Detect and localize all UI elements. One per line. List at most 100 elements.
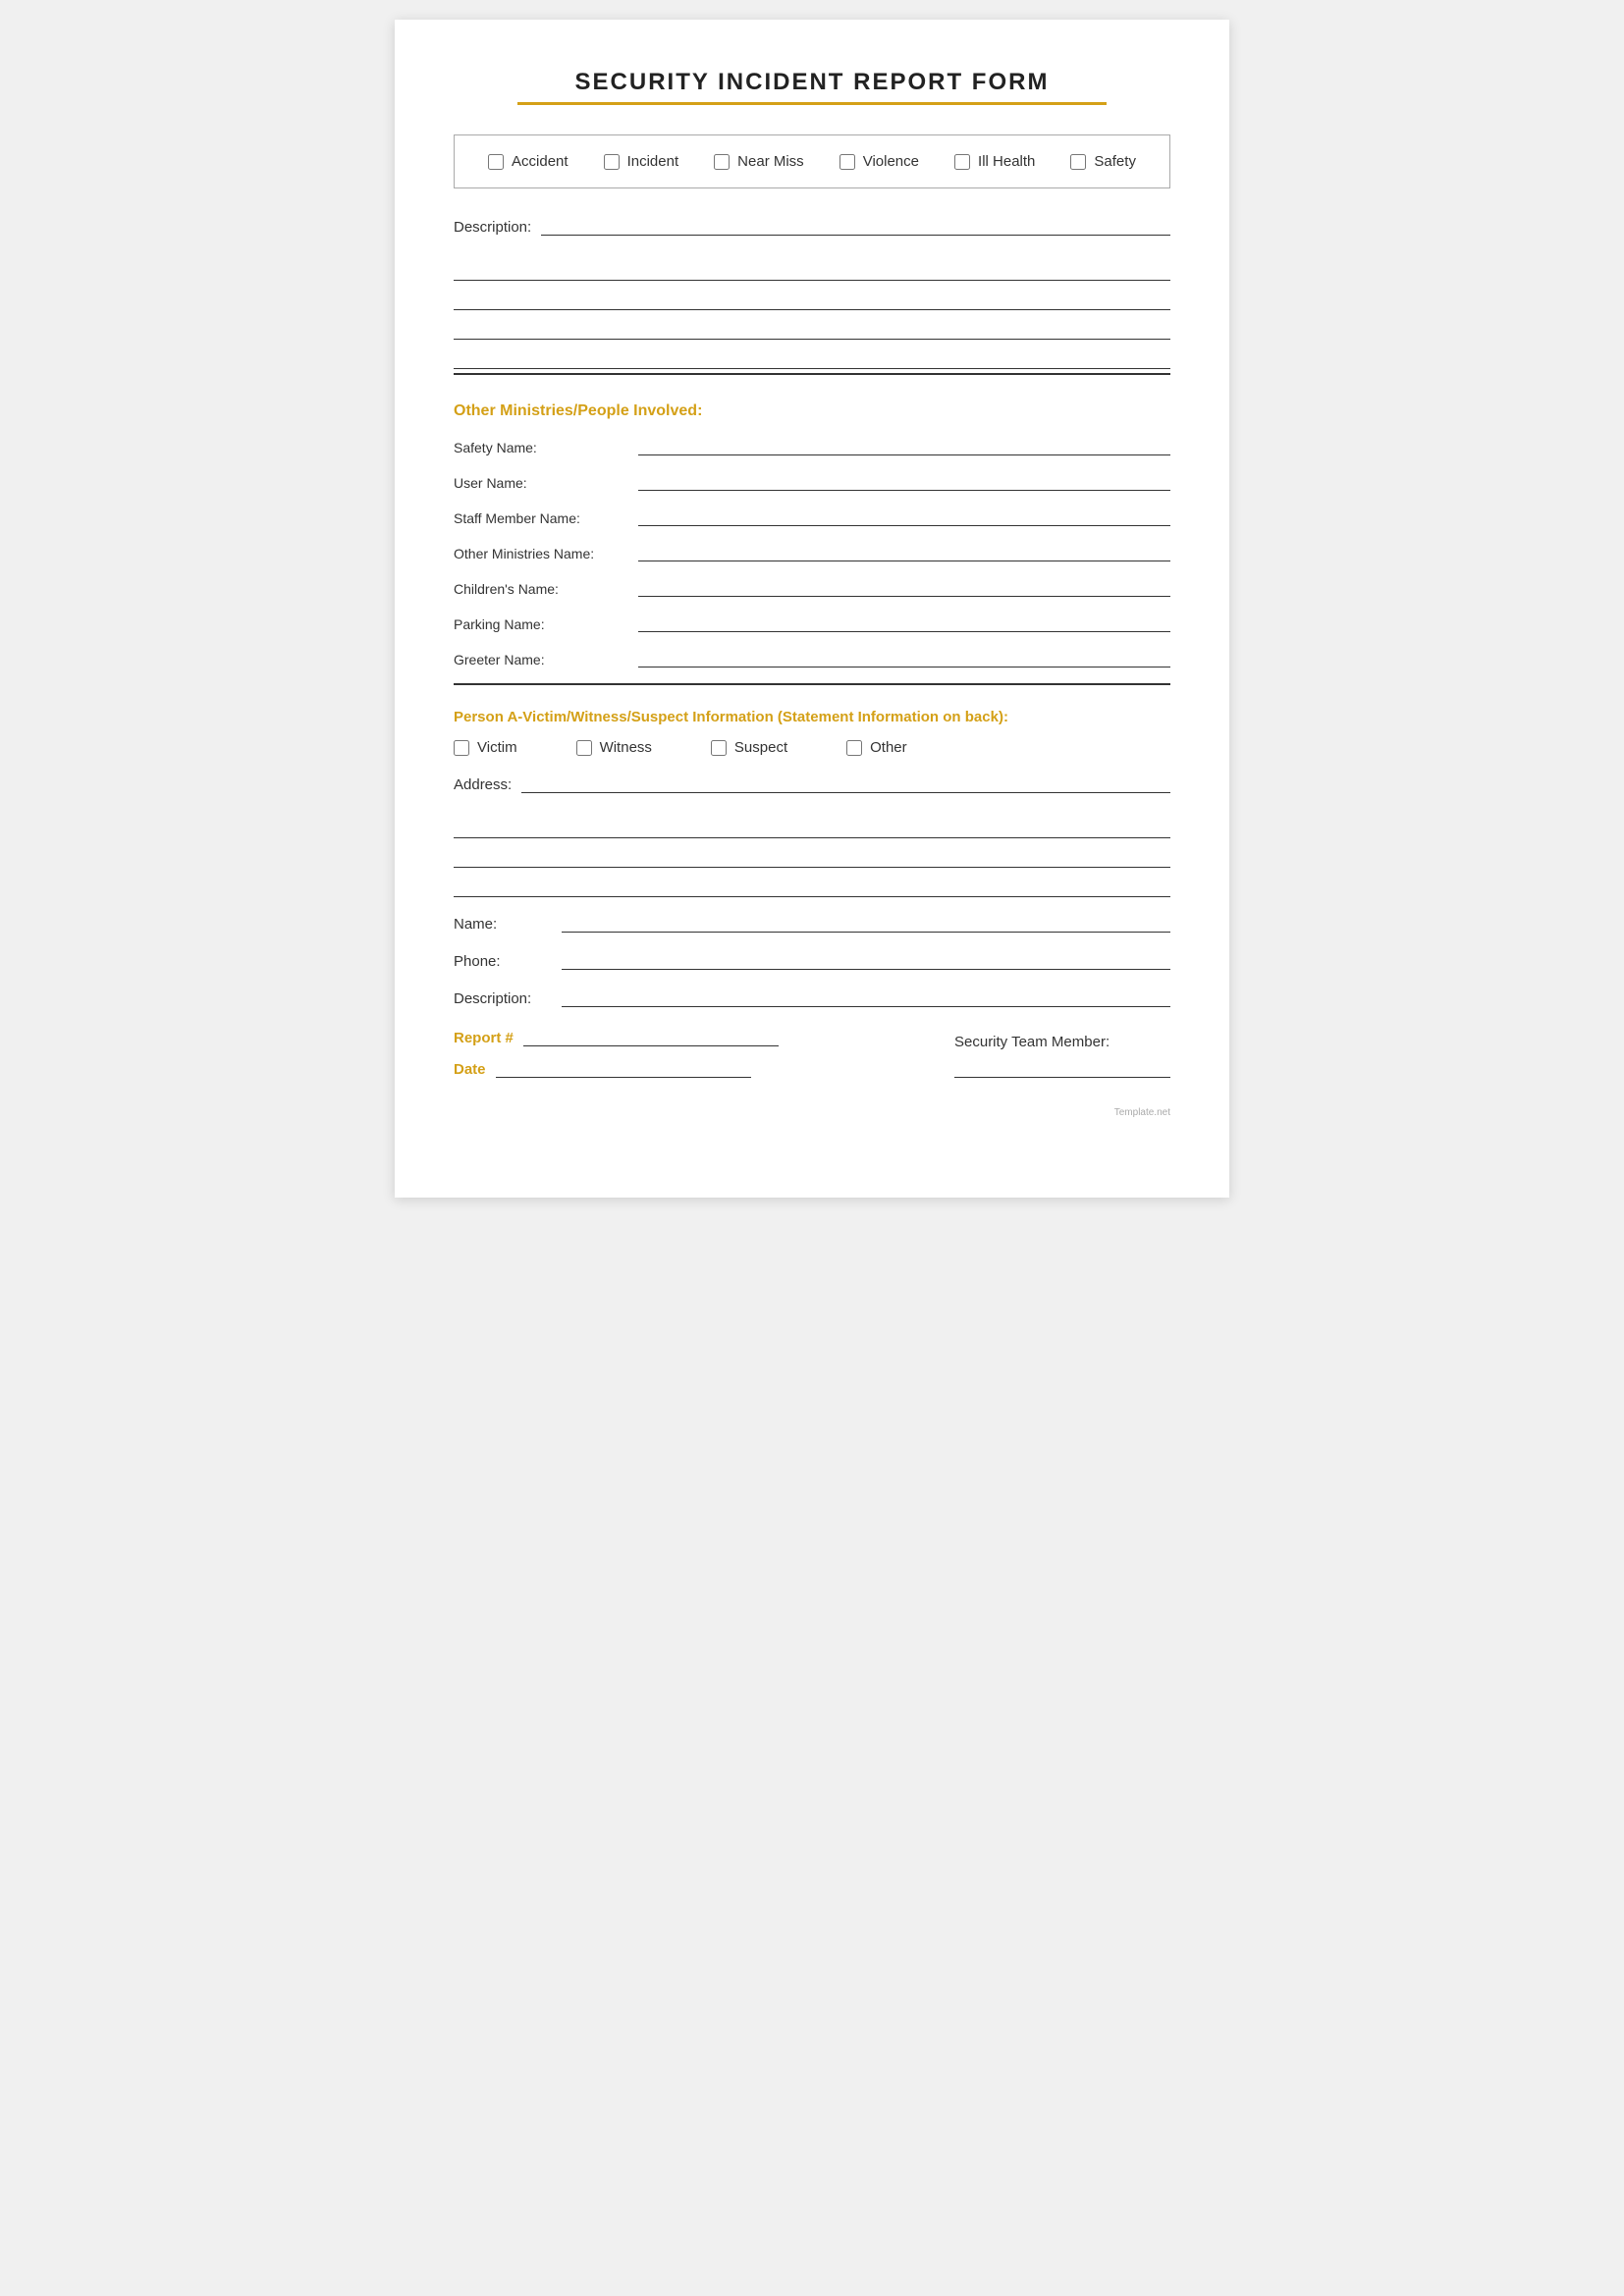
phone-label: Phone:: [454, 953, 552, 970]
phone-line: [562, 950, 1170, 970]
user-name-label: User Name:: [454, 475, 630, 491]
childrens-name-line: [638, 577, 1170, 597]
ill-health-label: Ill Health: [978, 153, 1035, 170]
other-checkbox[interactable]: [846, 740, 862, 756]
ministries-divider: [454, 683, 1170, 685]
date-line: [496, 1058, 751, 1078]
watermark: Template.net: [454, 1107, 1170, 1118]
staff-member-row: Staff Member Name:: [454, 507, 1170, 526]
page-title: SECURITY INCIDENT REPORT FORM: [454, 69, 1170, 96]
report-number-row: Report #: [454, 1027, 779, 1046]
safety-label: Safety: [1094, 153, 1136, 170]
description-line-4: [454, 312, 1170, 340]
address-line-2: [454, 811, 1170, 838]
staff-member-line: [638, 507, 1170, 526]
person-header: Person A-Victim/Witness/Suspect Informat…: [454, 709, 1170, 725]
description-bottom-line-field: [562, 988, 1170, 1007]
accident-label: Accident: [512, 153, 568, 170]
bottom-fields: Name: Phone: Description:: [454, 913, 1170, 1007]
report-number-line: [523, 1027, 779, 1046]
person-section: Person A-Victim/Witness/Suspect Informat…: [454, 709, 1170, 1078]
report-left: Report # Date: [454, 1027, 779, 1078]
address-line-1: [521, 774, 1170, 793]
incident-checkbox[interactable]: [604, 154, 620, 170]
near-miss-label: Near Miss: [737, 153, 804, 170]
incident-label: Incident: [627, 153, 679, 170]
phone-row: Phone:: [454, 950, 1170, 970]
address-line-4: [454, 870, 1170, 897]
safety-name-row: Safety Name:: [454, 436, 1170, 455]
date-label: Date: [454, 1061, 486, 1078]
description-label: Description:: [454, 219, 531, 236]
other-ministries-section: Other Ministries/People Involved: Safety…: [454, 402, 1170, 685]
other-ministries-name-label: Other Ministries Name:: [454, 546, 630, 561]
other-ministries-name-line: [638, 542, 1170, 561]
user-name-line: [638, 471, 1170, 491]
title-section: SECURITY INCIDENT REPORT FORM: [454, 69, 1170, 105]
incident-type-ill-health[interactable]: Ill Health: [954, 153, 1035, 170]
user-name-row: User Name:: [454, 471, 1170, 491]
address-row: Address:: [454, 774, 1170, 793]
description-line-1: [541, 216, 1170, 236]
description-bottom-row: Description:: [454, 988, 1170, 1007]
victim-type-victim[interactable]: Victim: [454, 739, 517, 756]
parking-name-label: Parking Name:: [454, 616, 630, 632]
safety-name-label: Safety Name:: [454, 440, 630, 455]
report-date-section: Report # Date Security Team Member:: [454, 1027, 1170, 1078]
page: SECURITY INCIDENT REPORT FORM Accident I…: [395, 20, 1229, 1198]
report-label: Report #: [454, 1030, 514, 1046]
description-line-2: [454, 253, 1170, 281]
witness-checkbox[interactable]: [576, 740, 592, 756]
childrens-name-row: Children's Name:: [454, 577, 1170, 597]
incident-type-safety[interactable]: Safety: [1070, 153, 1136, 170]
victim-type-suspect[interactable]: Suspect: [711, 739, 787, 756]
greeter-name-row: Greeter Name:: [454, 648, 1170, 667]
description-bottom-line: [454, 373, 1170, 375]
witness-label: Witness: [600, 739, 652, 756]
name-line: [562, 913, 1170, 933]
incident-type-near-miss[interactable]: Near Miss: [714, 153, 804, 170]
safety-checkbox[interactable]: [1070, 154, 1086, 170]
parking-name-line: [638, 613, 1170, 632]
address-label: Address:: [454, 776, 512, 793]
other-label: Other: [870, 739, 907, 756]
security-team-line: [954, 1058, 1170, 1078]
other-ministries-header: Other Ministries/People Involved:: [454, 402, 1170, 420]
victim-label: Victim: [477, 739, 517, 756]
address-line-3: [454, 840, 1170, 868]
victim-type-other[interactable]: Other: [846, 739, 907, 756]
description-section: Description:: [454, 216, 1170, 375]
suspect-label: Suspect: [734, 739, 787, 756]
other-ministries-name-row: Other Ministries Name:: [454, 542, 1170, 561]
near-miss-checkbox[interactable]: [714, 154, 730, 170]
title-underline: [517, 102, 1107, 105]
accident-checkbox[interactable]: [488, 154, 504, 170]
description-line-5: [454, 342, 1170, 369]
description-row: Description:: [454, 216, 1170, 236]
description-bottom-label: Description:: [454, 990, 552, 1007]
ill-health-checkbox[interactable]: [954, 154, 970, 170]
description-line-3: [454, 283, 1170, 310]
name-label: Name:: [454, 916, 552, 933]
staff-member-label: Staff Member Name:: [454, 510, 630, 526]
address-section: Address:: [454, 774, 1170, 897]
security-team-section: Security Team Member:: [954, 1034, 1170, 1078]
security-team-label: Security Team Member:: [954, 1034, 1110, 1050]
name-row: Name:: [454, 913, 1170, 933]
violence-label: Violence: [863, 153, 919, 170]
person-type-row: Victim Witness Suspect Other: [454, 739, 1170, 756]
date-row: Date: [454, 1058, 779, 1078]
greeter-name-line: [638, 648, 1170, 667]
incident-type-violence[interactable]: Violence: [839, 153, 919, 170]
safety-name-line: [638, 436, 1170, 455]
incident-type-accident[interactable]: Accident: [488, 153, 568, 170]
incident-type-incident[interactable]: Incident: [604, 153, 679, 170]
greeter-name-label: Greeter Name:: [454, 652, 630, 667]
suspect-checkbox[interactable]: [711, 740, 727, 756]
victim-type-witness[interactable]: Witness: [576, 739, 652, 756]
incident-type-box: Accident Incident Near Miss Violence Ill…: [454, 134, 1170, 188]
victim-checkbox[interactable]: [454, 740, 469, 756]
childrens-name-label: Children's Name:: [454, 581, 630, 597]
violence-checkbox[interactable]: [839, 154, 855, 170]
parking-name-row: Parking Name:: [454, 613, 1170, 632]
